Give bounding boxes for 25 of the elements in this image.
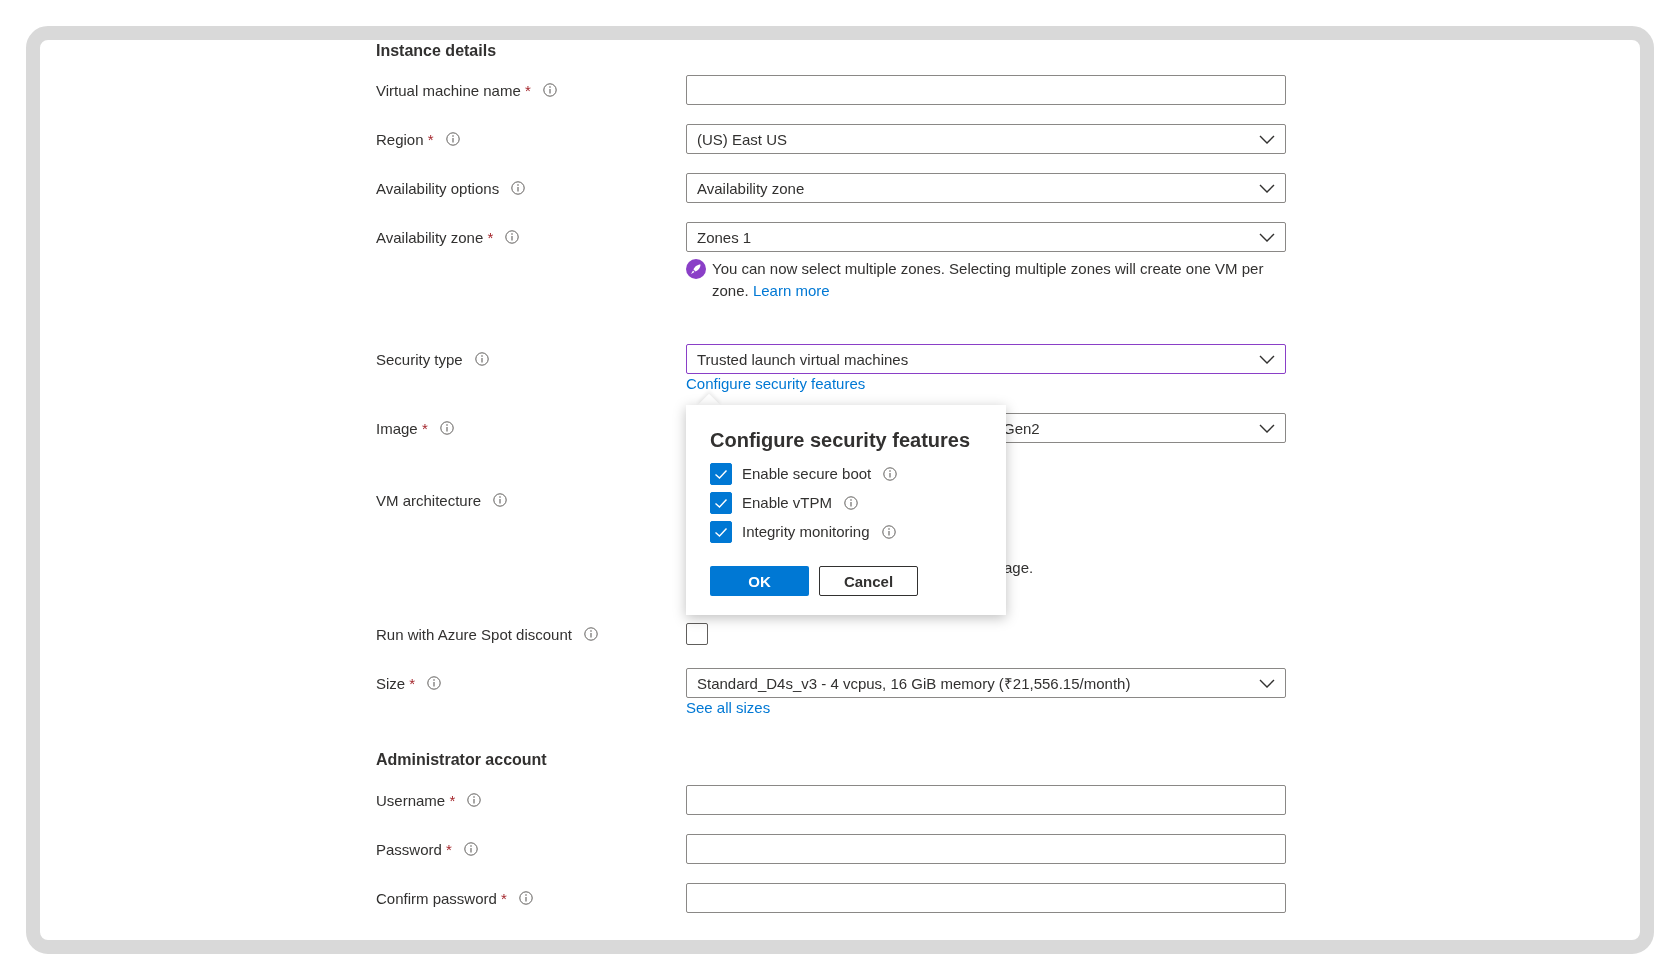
info-message: You can now select multiple zones. Selecting multiple zones will create one VM per zone. Learn more (712, 259, 1265, 301)
field-label: Security type (376, 350, 463, 368)
field-label: Region * (376, 130, 434, 148)
dropdown-value: Availability zone (697, 179, 805, 197)
checkbox-label: Enable vTPM (742, 494, 833, 511)
checkbox-label: Enable secure boot (742, 465, 872, 482)
field-label: Image * (376, 419, 428, 437)
field-label: Confirm password * (376, 889, 507, 907)
dropdown-value: (US) East US (697, 130, 787, 148)
dropdown-value: Standard_D4s_v3 - 4 vcpus, 16 GiB memory (₹21,556.15/month) (697, 674, 1131, 693)
field-label: Availability options (376, 179, 500, 197)
section-heading: Administrator account (376, 750, 548, 770)
popover-title: Configure security features (710, 428, 972, 453)
dropdown-value: Trusted launch virtual machines (697, 350, 909, 368)
field-label: Password * (376, 840, 452, 858)
field-label: Size * (376, 674, 416, 692)
section-heading: Instance details (376, 41, 498, 61)
checkbox-label: Integrity monitoring (742, 523, 870, 540)
dropdown-value: Zones 1 (697, 228, 752, 246)
field-label: Virtual machine name * (376, 81, 531, 99)
field-label: Availability zone * (376, 228, 494, 246)
hint-text: age. (1004, 559, 1034, 576)
field-label: Run with Azure Spot discount (376, 625, 572, 643)
field-label: VM architecture (376, 491, 482, 509)
field-label: Username * (376, 791, 456, 809)
